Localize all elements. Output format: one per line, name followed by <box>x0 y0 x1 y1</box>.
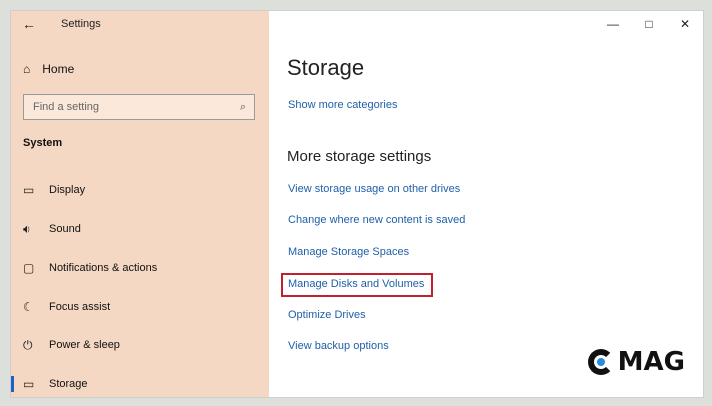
link-manage-storage-spaces[interactable]: Manage Storage Spaces <box>288 246 409 258</box>
sidebar-item-display[interactable]: ▭ Display <box>11 179 269 201</box>
back-arrow-icon[interactable]: ← <box>11 11 47 37</box>
section-title: System <box>23 137 63 149</box>
speaker-icon: 🔉︎ <box>23 221 31 236</box>
title-bar: ← Settings <box>11 11 269 37</box>
link-view-backup-options[interactable]: View backup options <box>288 340 389 352</box>
sidebar-item-label: Storage <box>49 378 88 390</box>
close-icon[interactable]: ✕ <box>667 11 703 37</box>
link-change-new-content-location[interactable]: Change where new content is saved <box>288 214 465 226</box>
sidebar: ← Settings ⌂ Home Find a setting ⌕ Syste… <box>11 11 269 397</box>
more-storage-settings-heading: More storage settings <box>287 148 432 165</box>
search-icon[interactable]: ⌕ <box>240 101 246 114</box>
sidebar-item-label: Display <box>49 184 86 196</box>
sidebar-item-focus-assist[interactable]: ☾ Focus assist <box>11 296 269 318</box>
notification-icon: ▢ <box>23 261 35 275</box>
sidebar-item-home[interactable]: ⌂ Home <box>23 59 74 79</box>
sidebar-item-notifications[interactable]: ▢ Notifications & actions <box>11 257 269 279</box>
home-icon: ⌂ <box>23 62 31 76</box>
moon-icon: ☾ <box>23 300 34 314</box>
sidebar-item-label: Sound <box>49 223 81 235</box>
watermark-text: MAG <box>617 347 685 377</box>
sidebar-item-label: Focus assist <box>49 301 111 313</box>
watermark-logo: MAG <box>587 347 685 377</box>
power-icon: ⏻ <box>23 337 33 352</box>
logo-c-icon <box>587 349 614 375</box>
link-manage-disks-volumes[interactable]: Manage Disks and Volumes <box>288 278 424 290</box>
sidebar-item-power-sleep[interactable]: ⏻ Power & sleep <box>11 334 269 356</box>
settings-window: ← Settings ⌂ Home Find a setting ⌕ Syste… <box>10 10 704 398</box>
sidebar-item-label: Power & sleep <box>49 339 120 351</box>
window-controls: — □ ✕ <box>595 11 703 37</box>
maximize-icon[interactable]: □ <box>631 11 667 37</box>
selection-indicator <box>11 376 14 392</box>
link-optimize-drives[interactable]: Optimize Drives <box>288 309 366 321</box>
sidebar-item-storage[interactable]: ▭ Storage <box>11 373 269 395</box>
sidebar-item-label: Notifications & actions <box>49 262 158 274</box>
show-more-categories-link[interactable]: Show more categories <box>288 99 397 111</box>
link-view-storage-usage[interactable]: View storage usage on other drives <box>288 183 460 195</box>
storage-icon: ▭ <box>23 377 35 391</box>
search-input[interactable]: Find a setting ⌕ <box>23 94 255 120</box>
sidebar-item-sound[interactable]: 🔉︎ Sound <box>11 218 269 240</box>
main-content: — □ ✕ Storage Show more categories More … <box>269 11 703 397</box>
page-title: Storage <box>287 55 365 80</box>
minimize-icon[interactable]: — <box>595 11 631 37</box>
app-title: Settings <box>61 18 101 30</box>
home-label: Home <box>42 62 75 76</box>
display-icon: ▭ <box>23 183 35 197</box>
search-placeholder: Find a setting <box>33 101 100 113</box>
